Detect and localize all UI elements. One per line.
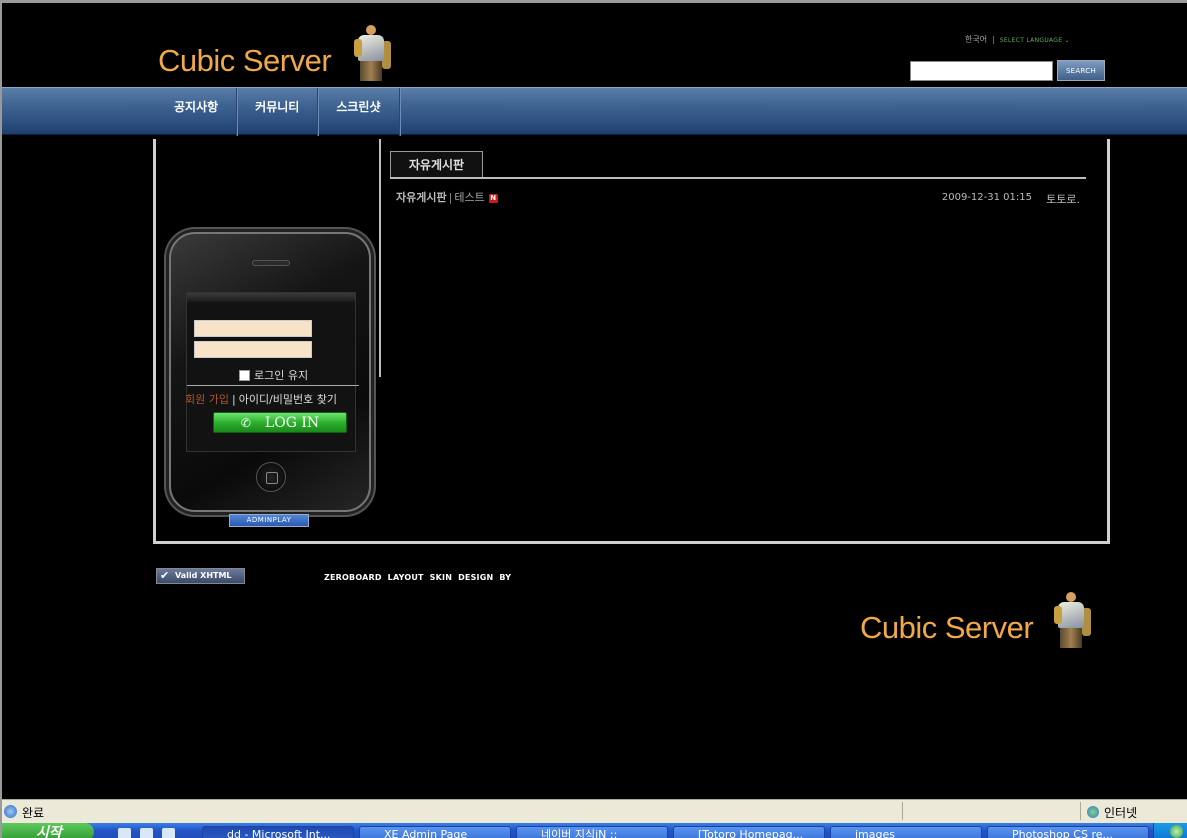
- login-screen: 로그인 유지 회원 가입 | 아이디/비밀번호 찾기 ✆ LOG IN: [185, 292, 359, 452]
- phone-home-button-icon: [256, 462, 286, 492]
- login-button-label: LOG IN: [264, 415, 320, 431]
- start-button[interactable]: 시작: [2, 823, 94, 838]
- tray-icon[interactable]: [1170, 825, 1183, 838]
- footer-logo[interactable]: Cubic Server: [860, 610, 1034, 646]
- list-item: 자유게시판 | 테스트 N 2009-12-31 01:15 토토로.: [396, 189, 1086, 207]
- post-board-link[interactable]: 자유게시판: [396, 191, 447, 204]
- footer-logo-character-icon: [1048, 590, 1096, 650]
- select-language-dropdown[interactable]: SELECT LANGUAGE ⌄: [1000, 37, 1070, 44]
- nav-item-screenshot[interactable]: 스크린샷: [318, 88, 400, 136]
- post-title-link[interactable]: 테스트: [454, 191, 484, 204]
- page: Cubic Server 한국어 | SELECT LANGUAGE ⌄ SEARC…: [0, 0, 1187, 838]
- taskbar-item[interactable]: [Totoro Homepag...: [673, 826, 825, 838]
- valid-xhtml-label: Valid XHTML: [175, 571, 232, 580]
- taskbar-item[interactable]: Photoshop CS re...: [987, 826, 1149, 838]
- join-link[interactable]: 회원 가입: [185, 393, 229, 406]
- main-nav: 공지사항 커뮤니티 스크린샷: [156, 88, 400, 136]
- links-separator: |: [231, 393, 236, 406]
- check-icon: ✔: [160, 569, 170, 582]
- valid-xhtml-badge[interactable]: ✔ Valid XHTML: [156, 568, 245, 584]
- tab-underline: [390, 177, 1086, 179]
- column-divider: [379, 139, 381, 377]
- password-field[interactable]: [194, 341, 312, 358]
- user-id-field[interactable]: [194, 320, 312, 337]
- taskbar-item[interactable]: XE Admin Page: [359, 826, 511, 838]
- ie-page-icon: [4, 805, 17, 818]
- status-text: 완료: [22, 806, 45, 820]
- nav-item-notice[interactable]: 공지사항: [156, 88, 238, 136]
- tab-free-board[interactable]: 자유게시판: [390, 151, 483, 178]
- phone-login-widget: 로그인 유지 회원 가입 | 아이디/비밀번호 찾기 ✆ LOG IN: [169, 232, 371, 512]
- search-button[interactable]: SEARCH: [1057, 60, 1105, 81]
- quick-launch-icon[interactable]: [118, 828, 131, 838]
- security-zone-text: 인터넷: [1104, 806, 1138, 820]
- windows-taskbar: 시작 dd - Microsoft Int... XE Admin Page 네…: [2, 823, 1187, 838]
- taskbar-item[interactable]: 네이버 지식iN ::: [516, 826, 668, 838]
- keep-login[interactable]: 로그인 유지: [239, 367, 308, 383]
- system-tray: [1153, 823, 1187, 838]
- quick-launch-icon[interactable]: [140, 828, 153, 838]
- status-separator: [902, 802, 903, 820]
- content-frame: 자유게시판 자유게시판 | 테스트 N 2009-12-31 01:15 토토로. 로…: [153, 139, 1110, 544]
- post-author[interactable]: 토토로.: [1046, 191, 1080, 207]
- nav-item-community[interactable]: 커뮤니티: [237, 88, 319, 136]
- browser-status-bar: 완료 인터넷: [2, 799, 1187, 823]
- internet-zone-icon: [1087, 806, 1099, 818]
- taskbar-item[interactable]: images: [830, 826, 982, 838]
- keep-login-checkbox[interactable]: [239, 369, 250, 381]
- login-button[interactable]: ✆ LOG IN: [213, 412, 347, 433]
- keep-login-label: 로그인 유지: [254, 369, 309, 382]
- language-current[interactable]: 한국어: [965, 35, 987, 44]
- phone-speaker-icon: [252, 260, 290, 266]
- search-input[interactable]: [910, 61, 1053, 81]
- account-links: 회원 가입 | 아이디/비밀번호 찾기: [185, 391, 357, 407]
- language-selector[interactable]: 한국어 | SELECT LANGUAGE ⌄: [965, 34, 1070, 45]
- quick-launch-icon[interactable]: [162, 828, 175, 838]
- adminplay-badge[interactable]: ADMINPLAY: [229, 514, 309, 527]
- status-separator: [1080, 802, 1081, 820]
- phone-icon: ✆: [240, 416, 251, 430]
- new-badge-icon: N: [488, 193, 498, 203]
- logo-character-icon: [348, 23, 396, 83]
- post-date: 2009-12-31 01:15: [941, 192, 1032, 203]
- main-nav-bar: 공지사항 커뮤니티 스크린샷: [2, 87, 1187, 136]
- phone-status-bar: [187, 293, 355, 302]
- find-account-link[interactable]: 아이디/비밀번호 찾기: [239, 393, 337, 406]
- login-divider: [187, 385, 359, 386]
- site-logo[interactable]: Cubic Server: [158, 43, 332, 79]
- post-separator: |: [448, 191, 453, 204]
- taskbar-item[interactable]: dd - Microsoft Int...: [202, 826, 354, 838]
- footer-credit: ZEROBOARD LAYOUT SKIN DESIGN BY: [324, 573, 512, 582]
- language-separator: |: [992, 35, 995, 44]
